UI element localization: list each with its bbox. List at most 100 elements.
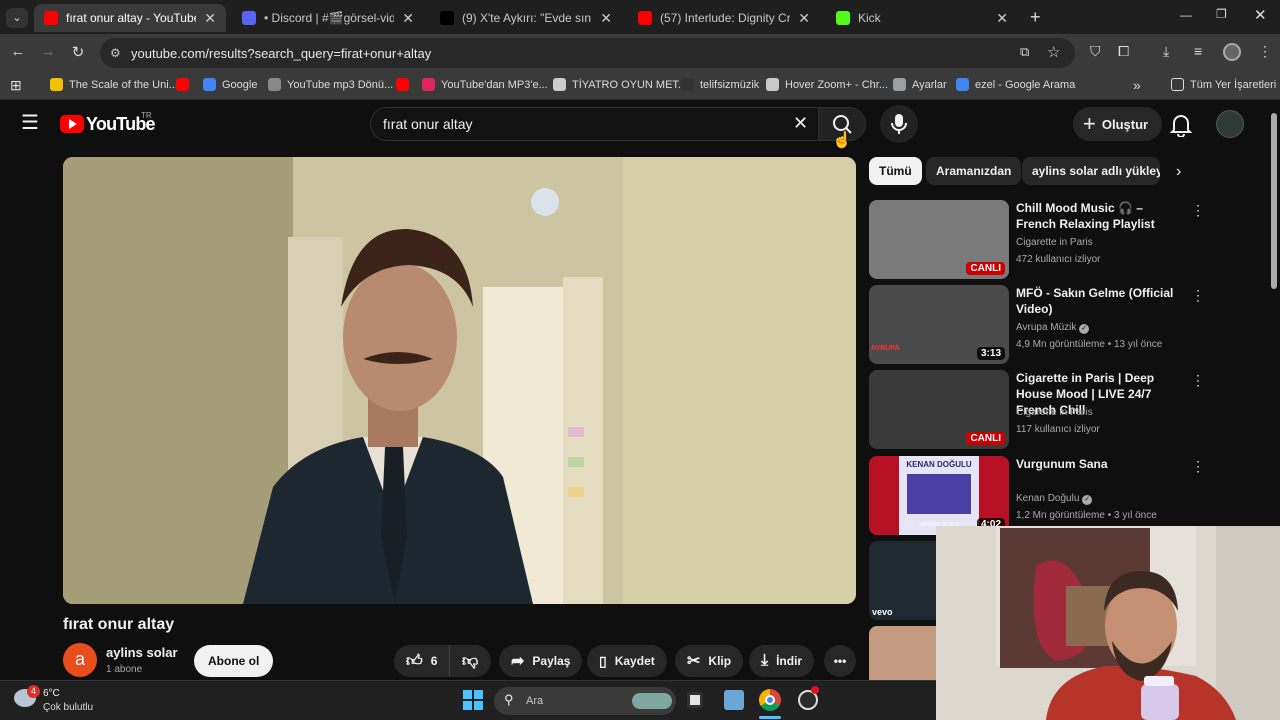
bookmark-item[interactable]: ezel - Google Arama <box>956 78 1075 91</box>
bookmark-item[interactable]: Hover Zoom+ - Chr... <box>766 78 888 91</box>
related-video-title[interactable]: Chill Mood Music 🎧 – French Relaxing Pla… <box>1016 200 1186 232</box>
bookmark-favicon-icon <box>203 78 216 91</box>
bookmark-item[interactable]: YouTube mp3 Dönü... <box>268 78 393 91</box>
save-button[interactable]: ▯ Kaydet <box>587 645 667 677</box>
url-text[interactable]: youtube.com/results?search_query=firat+o… <box>131 46 431 61</box>
media-controls-icon[interactable]: ≡ <box>1194 43 1202 59</box>
reload-icon[interactable]: ↻ <box>68 43 88 61</box>
related-video-channel[interactable]: Cigarette in Paris <box>1016 407 1093 418</box>
tab-close-icon[interactable]: ✕ <box>996 10 1008 27</box>
bookmark-item[interactable]: Google <box>203 78 257 91</box>
related-video-item[interactable]: KENAN DOĞULU YAPARIM BİLİRSİ 4:02 Vurgunum … <box>869 456 1209 536</box>
more-vertical-icon[interactable]: ⋮ <box>1191 287 1205 304</box>
thumb-overlay-text: AVRUPA <box>871 345 900 352</box>
search-box[interactable]: ✕ <box>370 107 820 141</box>
video-thumbnail[interactable]: AVRUPA 3:13 <box>869 285 1009 364</box>
related-video-item[interactable]: AVRUPA 3:13 MFÖ - Sakın Gelme (Official Vi… <box>869 285 1209 365</box>
forward-icon[interactable]: → <box>38 43 58 60</box>
account-avatar[interactable] <box>1216 110 1244 138</box>
taskbar-search-box[interactable]: ⚲ Ara <box>494 687 676 715</box>
clip-button[interactable]: ✂ Klip <box>675 645 744 677</box>
chips-next-icon[interactable]: › <box>1176 163 1181 181</box>
video-thumbnail[interactable]: CANLI <box>869 200 1009 279</box>
browser-tab-4[interactable]: (57) Interlude: Dignity Crumble ✕ <box>628 4 820 32</box>
browser-tab-2[interactable]: • Discord | #🎬görsel-video- ✕ <box>232 4 424 32</box>
task-view-icon[interactable] <box>687 692 703 708</box>
browser-menu-icon[interactable]: ⋮ <box>1258 43 1272 60</box>
profile-avatar[interactable] <box>1223 43 1241 61</box>
weather-text[interactable]: Çok bulutlu <box>43 702 93 713</box>
create-button[interactable]: + Oluştur <box>1073 107 1163 141</box>
notifications-icon[interactable] <box>1170 113 1192 137</box>
related-video-channel[interactable]: Avrupa Müzik ✓ <box>1016 322 1090 334</box>
video-player[interactable] <box>63 157 856 604</box>
browser-tab-5[interactable]: Kick ✕ <box>826 4 1018 32</box>
bookmark-item[interactable] <box>176 78 195 91</box>
related-video-channel[interactable]: Cigarette in Paris <box>1016 237 1093 248</box>
browser-tab-1[interactable]: fırat onur altay - YouTube ✕ <box>34 4 226 32</box>
chrome-taskbar-icon[interactable] <box>759 689 781 711</box>
temperature[interactable]: 6°C <box>43 688 60 699</box>
widgets-app-icon[interactable] <box>724 690 744 710</box>
back-icon[interactable]: ← <box>8 43 28 60</box>
bookmark-item[interactable]: YouTube'dan MP3'e... <box>422 78 548 91</box>
search-input[interactable] <box>383 115 783 133</box>
hamburger-menu-icon[interactable]: ☰ <box>21 113 39 133</box>
new-tab-button[interactable]: + <box>1030 7 1041 28</box>
subscribe-button[interactable]: Abone ol <box>194 645 274 677</box>
channel-name[interactable]: aylins solar <box>106 645 178 660</box>
address-bar[interactable]: ⚙ youtube.com/results?search_query=firat… <box>100 38 1075 68</box>
video-thumbnail[interactable]: KENAN DOĞULU YAPARIM BİLİRSİ 4:02 <box>869 456 1009 535</box>
tab-close-icon[interactable]: ✕ <box>204 10 216 27</box>
all-bookmarks-folder[interactable]: Tüm Yer İşaretleri <box>1171 78 1276 91</box>
more-vertical-icon[interactable]: ⋮ <box>1191 372 1205 389</box>
bookmark-item[interactable] <box>396 78 415 91</box>
minimize-icon[interactable]: — <box>1180 8 1192 22</box>
dislike-button[interactable]: 👎︎ <box>449 645 491 677</box>
more-vertical-icon[interactable]: ⋮ <box>1191 458 1205 475</box>
bookmark-item[interactable]: Ayarlar <box>893 78 947 91</box>
album-art: KENAN DOĞULU YAPARIM BİLİRSİ <box>899 456 979 535</box>
youtube-logo-icon[interactable] <box>60 115 84 133</box>
download-button[interactable]: ⤓ İndir <box>749 645 815 677</box>
share-button[interactable]: ➦ Paylaş <box>499 645 583 677</box>
chip-from-search[interactable]: Aramanızdan <box>926 157 1022 185</box>
like-button[interactable]: 👍︎ 6 <box>394 645 449 677</box>
chip-uploader[interactable]: aylins solar adlı yükleyici <box>1022 157 1160 185</box>
apps-grid-icon[interactable]: ⊞ <box>10 77 22 94</box>
bookmark-favicon-icon <box>956 78 969 91</box>
cast-icon[interactable]: ⧉ <box>1020 44 1029 60</box>
tab-search-icon[interactable]: ⌄ <box>6 8 28 28</box>
shield-extension-icon[interactable]: ⛉ <box>1090 43 1101 60</box>
extensions-icon[interactable]: ⧠ <box>1118 43 1129 60</box>
browser-tab-3[interactable]: (9) X'te Aykırı: "Evde sınırlı imka ✕ <box>430 4 622 32</box>
clear-search-icon[interactable]: ✕ <box>793 113 808 134</box>
site-info-icon[interactable]: ⚙ <box>110 46 121 60</box>
related-thumb-partial-1[interactable]: vevo <box>869 541 936 620</box>
bookmark-star-icon[interactable]: ☆ <box>1047 43 1060 61</box>
bookmark-item[interactable]: The Scale of the Uni... <box>50 78 178 91</box>
related-thumb-partial-2[interactable] <box>869 626 936 680</box>
voice-search-button[interactable] <box>880 105 918 143</box>
related-video-title[interactable]: Vurgunum Sana <box>1016 456 1186 472</box>
chip-all[interactable]: Tümü <box>869 157 922 185</box>
scrollbar-thumb[interactable] <box>1271 113 1277 289</box>
close-window-icon[interactable]: ✕ <box>1254 6 1267 24</box>
restore-icon[interactable]: ❐ <box>1216 7 1227 21</box>
related-video-channel[interactable]: Kenan Doğulu ✓ <box>1016 493 1093 505</box>
tab-close-icon[interactable]: ✕ <box>402 10 414 27</box>
related-video-item[interactable]: CANLI Chill Mood Music 🎧 – French Relaxin… <box>869 200 1209 280</box>
channel-avatar[interactable]: a <box>63 643 97 677</box>
bookmarks-overflow-icon[interactable]: » <box>1133 77 1141 93</box>
related-video-title[interactable]: MFÖ - Sakın Gelme (Official Video) <box>1016 285 1186 317</box>
windows-start-icon[interactable] <box>463 690 483 710</box>
bookmark-item[interactable]: telifsizmüzik <box>681 78 759 91</box>
more-vertical-icon[interactable]: ⋮ <box>1191 202 1205 219</box>
video-thumbnail[interactable]: CANLI <box>869 370 1009 449</box>
more-actions-button[interactable]: ••• <box>824 645 856 677</box>
download-icon[interactable]: ⤓ <box>1163 43 1169 60</box>
tab-close-icon[interactable]: ✕ <box>600 10 612 27</box>
tab-close-icon[interactable]: ✕ <box>798 10 810 27</box>
related-video-item[interactable]: CANLI Cigarette in Paris | Deep House Moo… <box>869 370 1209 450</box>
bookmark-item[interactable]: TİYATRO OYUN MET... <box>553 78 687 91</box>
